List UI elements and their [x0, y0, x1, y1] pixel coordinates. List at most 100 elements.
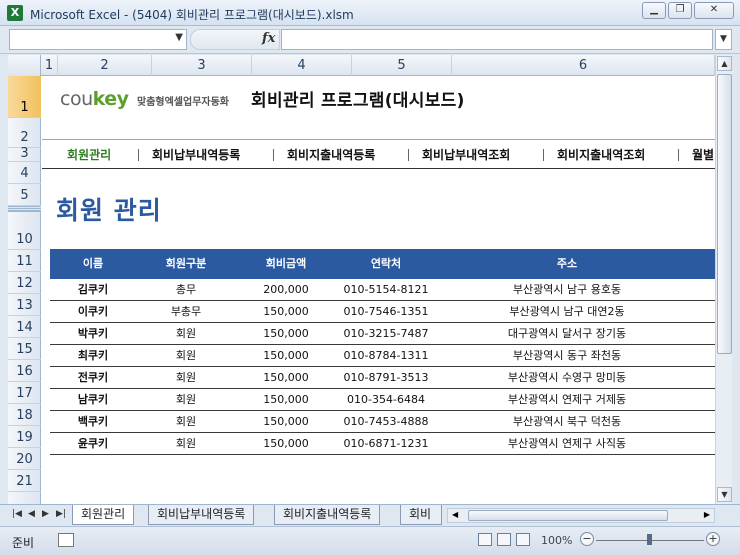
cell-fee-amount[interactable]: 150,000: [236, 389, 336, 411]
row-header[interactable]: 3: [8, 146, 41, 162]
chevron-down-icon[interactable]: ▼: [175, 32, 183, 43]
cell-fee-amount[interactable]: 150,000: [236, 367, 336, 389]
row-header[interactable]: 5: [8, 184, 41, 206]
sheet-tab-member-management[interactable]: 회원관리: [72, 505, 135, 525]
cell-fee-amount[interactable]: 150,000: [236, 345, 336, 367]
cell-member-type[interactable]: 회원: [136, 345, 236, 367]
row-header[interactable]: 12: [8, 272, 41, 294]
horizontal-scroll-thumb[interactable]: [468, 510, 668, 521]
table-row[interactable]: 이쿠키 부총무 150,000 010-7546-1351 부산광역시 남구 대연2동: [50, 301, 715, 323]
cell-contact[interactable]: 010-7453-4888: [336, 411, 436, 433]
nav-member-management[interactable]: 회원관리: [67, 146, 111, 163]
cell-fee-amount[interactable]: 150,000: [236, 323, 336, 345]
scroll-right-icon[interactable]: ▶: [704, 510, 710, 519]
first-sheet-icon[interactable]: |◀: [12, 509, 22, 519]
table-row[interactable]: 윤쿠키 회원 150,000 010-6871-1231 부산광역시 연제구 사직동: [50, 433, 715, 455]
column-header[interactable]: 6: [452, 55, 715, 76]
macro-record-icon[interactable]: [58, 533, 74, 547]
close-button[interactable]: ✕: [694, 2, 734, 19]
nav-fee-payment-register[interactable]: 회비납부내역등록: [152, 146, 240, 163]
cell-member-type[interactable]: 회원: [136, 433, 236, 455]
row-header[interactable]: 10: [8, 212, 41, 250]
table-row[interactable]: 김쿠키 총무 200,000 010-5154-8121 부산광역시 남구 용호동: [50, 279, 715, 301]
scroll-left-icon[interactable]: ◀: [452, 510, 458, 519]
sheet-tab-fee[interactable]: 회비: [400, 505, 442, 525]
table-row[interactable]: 백쿠키 회원 150,000 010-7453-4888 부산광역시 북구 덕천동: [50, 411, 715, 433]
cell-fee-amount[interactable]: 150,000: [236, 411, 336, 433]
row-header[interactable]: 21: [8, 470, 41, 492]
cell-name[interactable]: 박쿠키: [50, 323, 136, 345]
column-header[interactable]: 1: [41, 55, 58, 76]
cell-fee-amount[interactable]: 200,000: [236, 279, 336, 301]
zoom-out-button[interactable]: −: [580, 532, 594, 546]
row-header[interactable]: 13: [8, 294, 41, 316]
table-row[interactable]: 박쿠키 회원 150,000 010-3215-7487 대구광역시 달서구 장기동: [50, 323, 715, 345]
sheet-tab-expense-register[interactable]: 회비지출내역등록: [274, 505, 381, 525]
prev-sheet-icon[interactable]: ◀: [28, 509, 35, 519]
last-sheet-icon[interactable]: ▶|: [56, 509, 66, 519]
excel-app-icon[interactable]: X: [7, 5, 23, 21]
row-header[interactable]: 11: [8, 250, 41, 272]
column-header[interactable]: 5: [352, 55, 452, 76]
cell-fee-amount[interactable]: 150,000: [236, 433, 336, 455]
row-header[interactable]: 15: [8, 338, 41, 360]
cell-member-type[interactable]: 회원: [136, 411, 236, 433]
nav-expense-register[interactable]: 회비지출내역등록: [287, 146, 375, 163]
cell-member-type[interactable]: 회원: [136, 323, 236, 345]
sheet-tab-fee-payment-register[interactable]: 회비납부내역등록: [148, 505, 255, 525]
nav-fee-payment-inquiry[interactable]: 회비납부내역조회: [422, 146, 510, 163]
row-header[interactable]: 1: [8, 76, 41, 118]
insert-function-icon[interactable]: fx: [262, 31, 275, 46]
nav-expense-inquiry[interactable]: 회비지출내역조회: [557, 146, 645, 163]
row-header[interactable]: 19: [8, 426, 41, 448]
select-all-corner[interactable]: [8, 55, 41, 76]
page-break-view-icon[interactable]: [516, 533, 530, 546]
name-box[interactable]: ▼: [9, 29, 187, 50]
vertical-scrollbar[interactable]: ▲ ▼: [715, 55, 732, 504]
expand-formula-bar-button[interactable]: ▼: [715, 29, 732, 50]
cell-name[interactable]: 이쿠키: [50, 301, 136, 323]
row-header[interactable]: 2: [8, 118, 41, 148]
normal-view-icon[interactable]: [478, 533, 492, 546]
cell-address[interactable]: 부산광역시 연제구 사직동: [436, 433, 698, 455]
row-header[interactable]: 20: [8, 448, 41, 470]
cell-name[interactable]: 백쿠키: [50, 411, 136, 433]
cell-address[interactable]: 부산광역시 수영구 망미동: [436, 367, 698, 389]
column-header[interactable]: 4: [252, 55, 352, 76]
page-layout-view-icon[interactable]: [497, 533, 511, 546]
cell-address[interactable]: 부산광역시 남구 대연2동: [436, 301, 698, 323]
cell-member-type[interactable]: 총무: [136, 279, 236, 301]
table-row[interactable]: 전쿠키 회원 150,000 010-8791-3513 부산광역시 수영구 망미동: [50, 367, 715, 389]
column-header[interactable]: 3: [152, 55, 252, 76]
row-header[interactable]: 16: [8, 360, 41, 382]
cell-contact[interactable]: 010-3215-7487: [336, 323, 436, 345]
minimize-button[interactable]: ▁: [642, 2, 666, 19]
cell-contact[interactable]: 010-5154-8121: [336, 279, 436, 301]
zoom-level[interactable]: 100%: [541, 534, 572, 547]
cell-address[interactable]: 부산광역시 남구 용호동: [436, 279, 698, 301]
scroll-up-button[interactable]: ▲: [717, 56, 732, 71]
cell-fee-amount[interactable]: 150,000: [236, 301, 336, 323]
cell-address[interactable]: 부산광역시 북구 덕천동: [436, 411, 698, 433]
cell-name[interactable]: 남쿠키: [50, 389, 136, 411]
vertical-scroll-thumb[interactable]: [717, 74, 732, 354]
column-header[interactable]: 2: [58, 55, 152, 76]
row-header[interactable]: 4: [8, 162, 41, 184]
cell-name[interactable]: 전쿠키: [50, 367, 136, 389]
cell-member-type[interactable]: 부총무: [136, 301, 236, 323]
row-header[interactable]: 17: [8, 382, 41, 404]
cell-name[interactable]: 윤쿠키: [50, 433, 136, 455]
cell-contact[interactable]: 010-8784-1311: [336, 345, 436, 367]
horizontal-scrollbar[interactable]: ◀ ▶: [447, 508, 715, 523]
empty-row[interactable]: [50, 455, 715, 477]
cell-contact[interactable]: 010-6871-1231: [336, 433, 436, 455]
next-sheet-icon[interactable]: ▶: [42, 509, 49, 519]
cell-contact[interactable]: 010-7546-1351: [336, 301, 436, 323]
cell-address[interactable]: 부산광역시 동구 좌천동: [436, 345, 698, 367]
table-row[interactable]: 남쿠키 회원 150,000 010-354-6484 부산광역시 연제구 거제동: [50, 389, 715, 411]
zoom-slider-thumb[interactable]: [647, 534, 652, 545]
cell-address[interactable]: 대구광역시 달서구 장기동: [436, 323, 698, 345]
row-header[interactable]: 18: [8, 404, 41, 426]
table-row[interactable]: 최쿠키 회원 150,000 010-8784-1311 부산광역시 동구 좌천동: [50, 345, 715, 367]
cell-member-type[interactable]: 회원: [136, 389, 236, 411]
